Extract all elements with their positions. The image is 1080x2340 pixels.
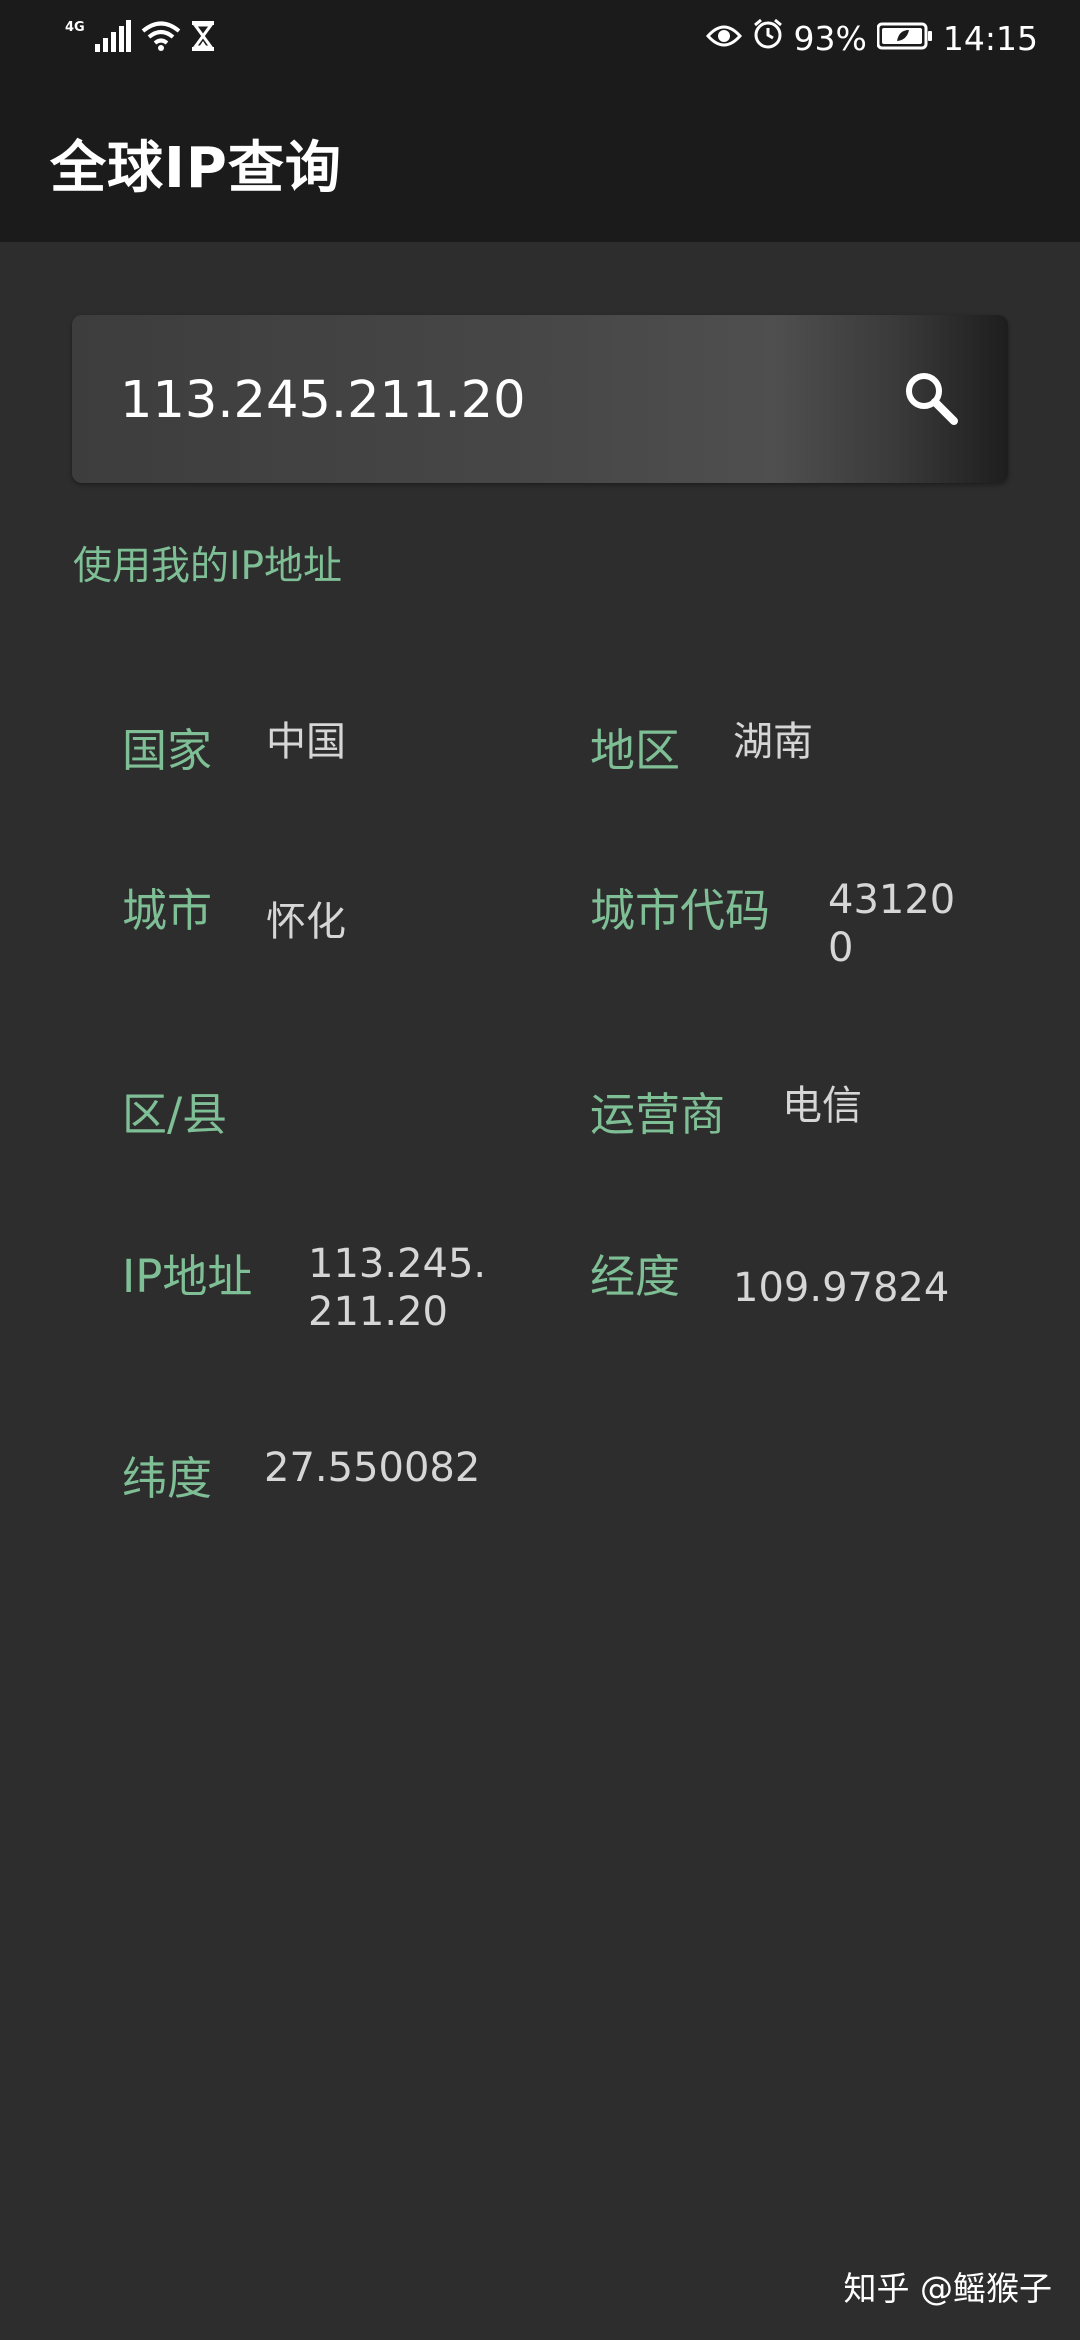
ip-address-value-line2: 211.20 xyxy=(308,1289,448,1335)
use-my-ip-link[interactable]: 使用我的IP地址 xyxy=(73,535,342,591)
isp-label: 运营商 xyxy=(590,1088,726,1141)
latitude-value: 27.550082 xyxy=(264,1445,481,1491)
wifi-icon xyxy=(141,20,181,56)
city-code-value: 43120 0 xyxy=(828,876,955,972)
search-icon xyxy=(902,369,960,431)
region-value: 湖南 xyxy=(733,719,813,765)
city-code-value-line1: 43120 xyxy=(828,877,956,923)
ip-search-input[interactable] xyxy=(120,365,820,435)
network-type: 4G xyxy=(65,20,85,35)
longitude-value: 109.97824 xyxy=(733,1265,950,1311)
city-code-label: 城市代码 xyxy=(590,884,771,937)
alarm-icon xyxy=(752,18,784,58)
hourglass-icon xyxy=(191,20,215,56)
region-label: 地区 xyxy=(590,724,681,777)
status-right: 93% 14:15 xyxy=(705,14,1038,62)
status-left: 4G xyxy=(65,18,215,58)
eye-icon xyxy=(705,19,742,58)
ip-address-label: IP地址 xyxy=(122,1250,253,1303)
search-card xyxy=(72,315,1008,483)
latitude-label: 纬度 xyxy=(122,1452,213,1505)
district-label: 区/县 xyxy=(122,1088,228,1141)
isp-value: 电信 xyxy=(782,1083,862,1129)
watermark: 知乎 @鳐猴子 xyxy=(843,2269,1053,2308)
app-bar: 全球IP查询 xyxy=(0,75,1080,242)
city-label: 城市 xyxy=(122,884,213,937)
city-code-value-line2: 0 xyxy=(828,925,854,971)
battery-percent: 93% xyxy=(793,18,867,58)
signal-icon xyxy=(94,20,131,56)
battery-icon xyxy=(876,19,933,58)
longitude-label: 经度 xyxy=(590,1250,681,1303)
search-button[interactable] xyxy=(896,365,966,435)
country-label: 国家 xyxy=(122,724,213,777)
ip-address-value: 113.245. 211.20 xyxy=(308,1240,486,1336)
status-bar: 4G 93% 14:15 xyxy=(0,0,1080,75)
ip-address-value-line1: 113.245. xyxy=(308,1241,487,1287)
clock-time: 14:15 xyxy=(942,18,1038,58)
city-value: 怀化 xyxy=(266,899,346,945)
app-title: 全球IP查询 xyxy=(50,136,342,201)
country-value: 中国 xyxy=(266,719,346,765)
